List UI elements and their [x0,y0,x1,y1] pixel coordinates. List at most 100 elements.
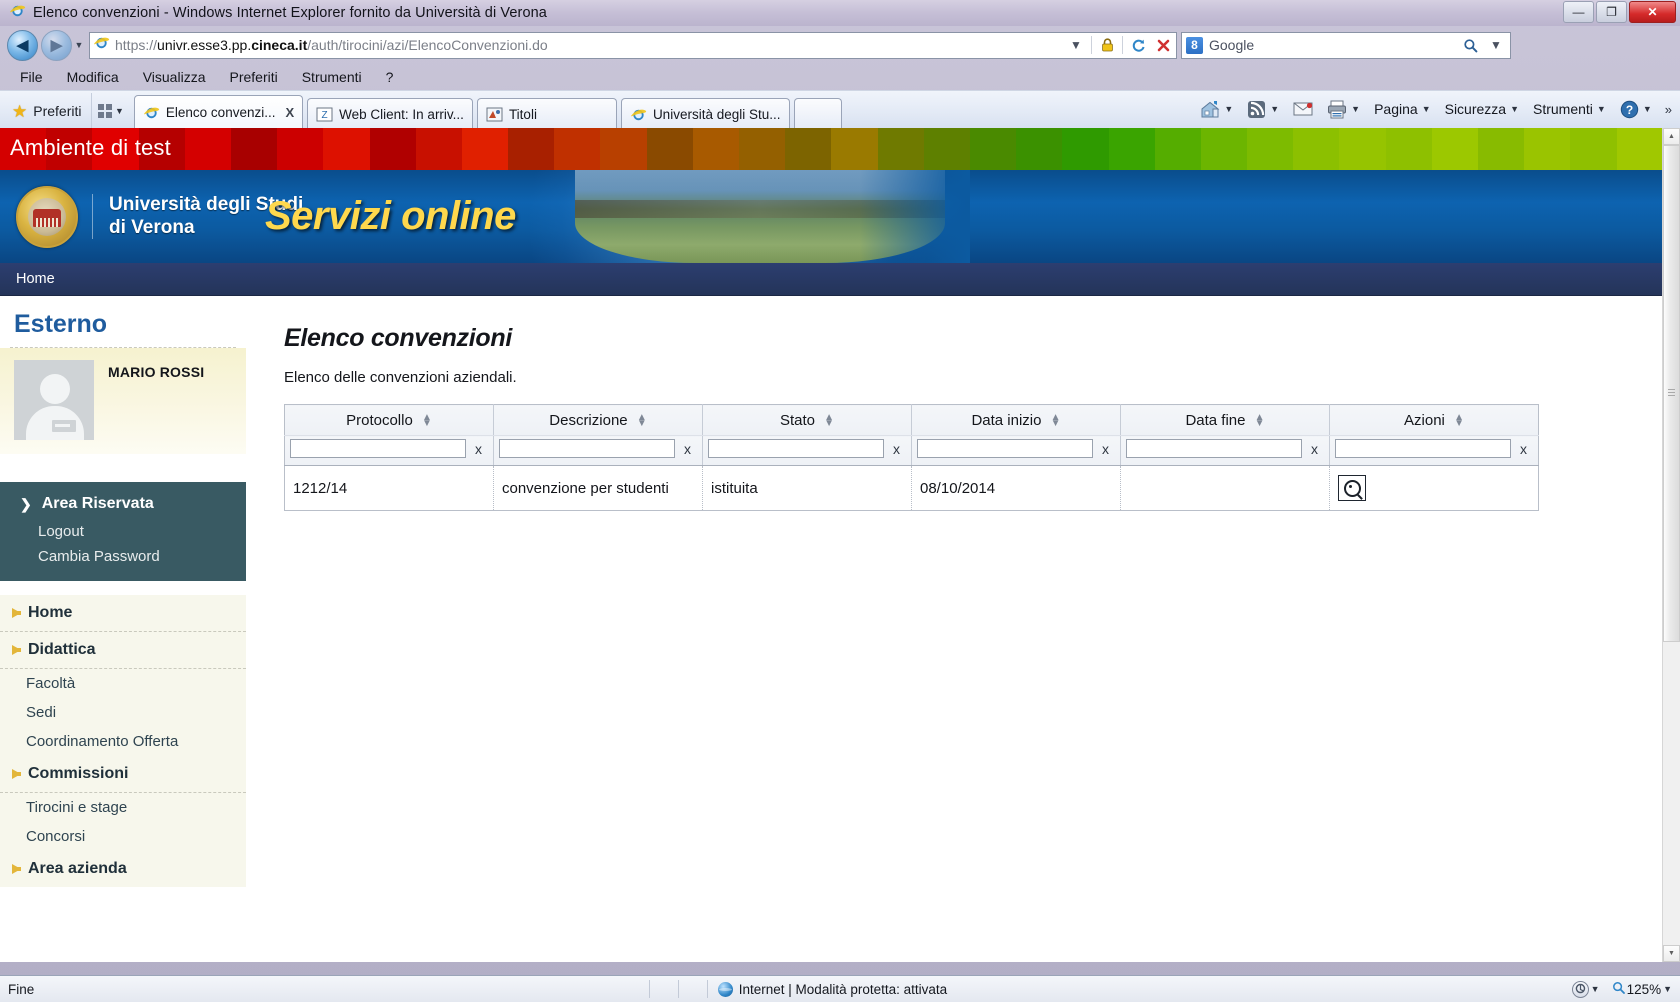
scroll-down-button[interactable]: ▼ [1663,945,1680,962]
page-body: Esterno MARIO ROSSI ❯ Area Riservata Log… [0,296,1663,962]
sidebar-item-label: Commissioni [28,765,129,782]
menu-strumenti[interactable]: Strumenti [290,67,374,87]
sort-icon[interactable]: ▲ ▼ [824,413,834,429]
sidebar-item-concorsi[interactable]: Concorsi [0,822,246,851]
tab-elenco-convenzioni[interactable]: Elenco convenzi... X [133,95,304,129]
sidebar-item-didattica[interactable]: Didattica [0,632,246,668]
cell-data-inizio: 08/10/2014 [911,465,1121,511]
command-strumenti[interactable]: Strumenti ▼ [1526,94,1613,124]
sidebar-item-facolta[interactable]: Facoltà [0,669,246,698]
scroll-up-button[interactable]: ▲ [1663,128,1680,145]
page-viewport: Ambiente di test Università degli Studi … [0,128,1663,962]
filter-input-data-fine[interactable] [1126,439,1302,458]
minimize-button[interactable]: — [1563,1,1594,23]
sidebar-item-sedi[interactable]: Sedi [0,698,246,727]
sort-icon[interactable]: ▲ ▼ [637,413,647,429]
print-button[interactable]: ▼ [1320,94,1367,124]
favorites-button[interactable]: ★ Preferiti [0,93,91,129]
overflow-icon[interactable]: » [1659,102,1678,117]
column-header-azioni[interactable]: Azioni ▲ ▼ [1329,404,1539,436]
search-options-icon[interactable]: ▼ [1486,35,1506,56]
column-header-data-fine[interactable]: Data fine ▲ ▼ [1120,404,1330,436]
filter-input-stato[interactable] [708,439,884,458]
view-detail-button[interactable] [1338,475,1366,501]
sidebar-item-area-azienda[interactable]: Area azienda [0,851,246,887]
filter-input-descrizione[interactable] [499,439,675,458]
new-tab-button[interactable] [793,98,842,129]
clear-filter-stato[interactable]: x [888,441,904,457]
command-sicurezza[interactable]: Sicurezza ▼ [1438,94,1526,124]
column-header-data-inizio[interactable]: Data inizio ▲ ▼ [911,404,1121,436]
chevron-down-icon[interactable]: ▼ [1663,984,1672,994]
tab-web-client[interactable]: Z Web Client: In arriv... [307,98,473,129]
sort-icon[interactable]: ▲ ▼ [1255,413,1265,429]
clear-filter-protocollo[interactable]: x [470,441,486,457]
feeds-button[interactable]: ▼ [1240,94,1286,124]
clear-filter-data-fine[interactable]: x [1306,441,1322,457]
scrollbar-thumb[interactable] [1663,145,1680,642]
sort-icon[interactable]: ▲ ▼ [422,413,432,429]
zoom-level[interactable]: 125% [1627,982,1662,997]
banner-fade [860,170,970,263]
column-header-protocollo[interactable]: Protocollo ▲ ▼ [284,404,494,436]
address-bar-url[interactable]: https://univr.esse3.pp.cineca.it/auth/ti… [115,37,1061,53]
sidebar-item-home[interactable]: Home [0,595,246,631]
sidebar-item-tirocini-e-stage[interactable]: Tirocini e stage [0,793,246,822]
forward-button[interactable]: ▶ [41,29,72,61]
filter-input-azioni[interactable] [1335,439,1511,458]
menu-visualizza[interactable]: Visualizza [131,67,218,87]
search-input[interactable]: Google [1209,37,1454,53]
column-header-descrizione[interactable]: Descrizione ▲ ▼ [493,404,703,436]
stop-icon[interactable] [1153,35,1173,56]
table-row[interactable]: 1212/14 convenzione per studenti istitui… [284,465,1539,511]
command-label: Pagina [1374,101,1418,117]
reserved-area-header[interactable]: ❯ Area Riservata [0,491,246,519]
column-header-stato[interactable]: Stato ▲ ▼ [702,404,912,436]
menu-help[interactable]: ? [374,67,406,87]
column-label: Stato [779,412,815,429]
security-zone[interactable]: Internet | Modalità protetta: attivata [708,981,957,997]
back-button[interactable]: ◀ [7,29,38,61]
sort-icon[interactable]: ▲ ▼ [1454,413,1464,429]
menu-modifica[interactable]: Modifica [55,67,131,87]
clear-filter-data-inizio[interactable]: x [1097,441,1113,457]
address-bar-row: ◀ ▶ ▼ https://univr.esse3.pp.cineca.it/a… [0,26,1680,64]
restore-button[interactable]: ❐ [1596,1,1627,23]
address-dropdown-icon[interactable]: ▼ [1066,35,1086,56]
mail-button[interactable] [1286,94,1320,124]
filter-input-protocollo[interactable] [290,439,466,458]
nav-item-home[interactable]: Home [0,271,71,287]
tab-titoli[interactable]: Titoli [476,98,617,129]
clear-filter-descrizione[interactable]: x [679,441,695,457]
status-divider-2 [677,980,679,998]
compatibility-view-icon[interactable] [1571,980,1589,998]
sidebar-item-commissioni[interactable]: Commissioni [0,756,246,792]
favorites-bar-toggle[interactable]: ▼ [91,93,129,129]
search-box[interactable]: 8 Google ▼ [1181,31,1511,59]
chevron-right-icon: ❯ [20,495,32,512]
sidebar-item-cambia-password[interactable]: Cambia Password [0,544,246,569]
tab-close-icon[interactable]: X [281,105,294,120]
sort-icon[interactable]: ▲ ▼ [1051,413,1061,429]
close-button[interactable]: ✕ [1629,1,1676,23]
reserved-area-menu: ❯ Area Riservata Logout Cambia Password [0,482,246,581]
filter-input-data-inizio[interactable] [917,439,1093,458]
menu-preferiti[interactable]: Preferiti [217,67,289,87]
chevron-down-icon[interactable]: ▼ [1591,984,1600,994]
menu-file[interactable]: File [8,67,55,87]
address-bar[interactable]: https://univr.esse3.pp.cineca.it/auth/ti… [89,31,1177,59]
chevron-down-icon: ▼ [1421,104,1431,114]
command-pagina[interactable]: Pagina ▼ [1367,94,1438,124]
refresh-icon[interactable] [1128,35,1148,56]
search-go-icon[interactable] [1460,35,1480,56]
sidebar-item-coordinamento-offerta[interactable]: Coordinamento Offerta [0,727,246,756]
tab-universita[interactable]: Università degli Stu... [620,98,790,129]
vertical-scrollbar[interactable]: ▲ ▼ [1662,128,1680,962]
clear-filter-azioni[interactable]: x [1515,441,1531,457]
help-button[interactable]: ? ▼ [1613,94,1659,124]
home-button[interactable]: ▼ [1193,94,1240,124]
home-icon [1201,100,1220,117]
sidebar-item-logout[interactable]: Logout [0,519,246,544]
history-dropdown[interactable]: ▼ [72,31,86,59]
lock-icon[interactable] [1097,35,1117,56]
